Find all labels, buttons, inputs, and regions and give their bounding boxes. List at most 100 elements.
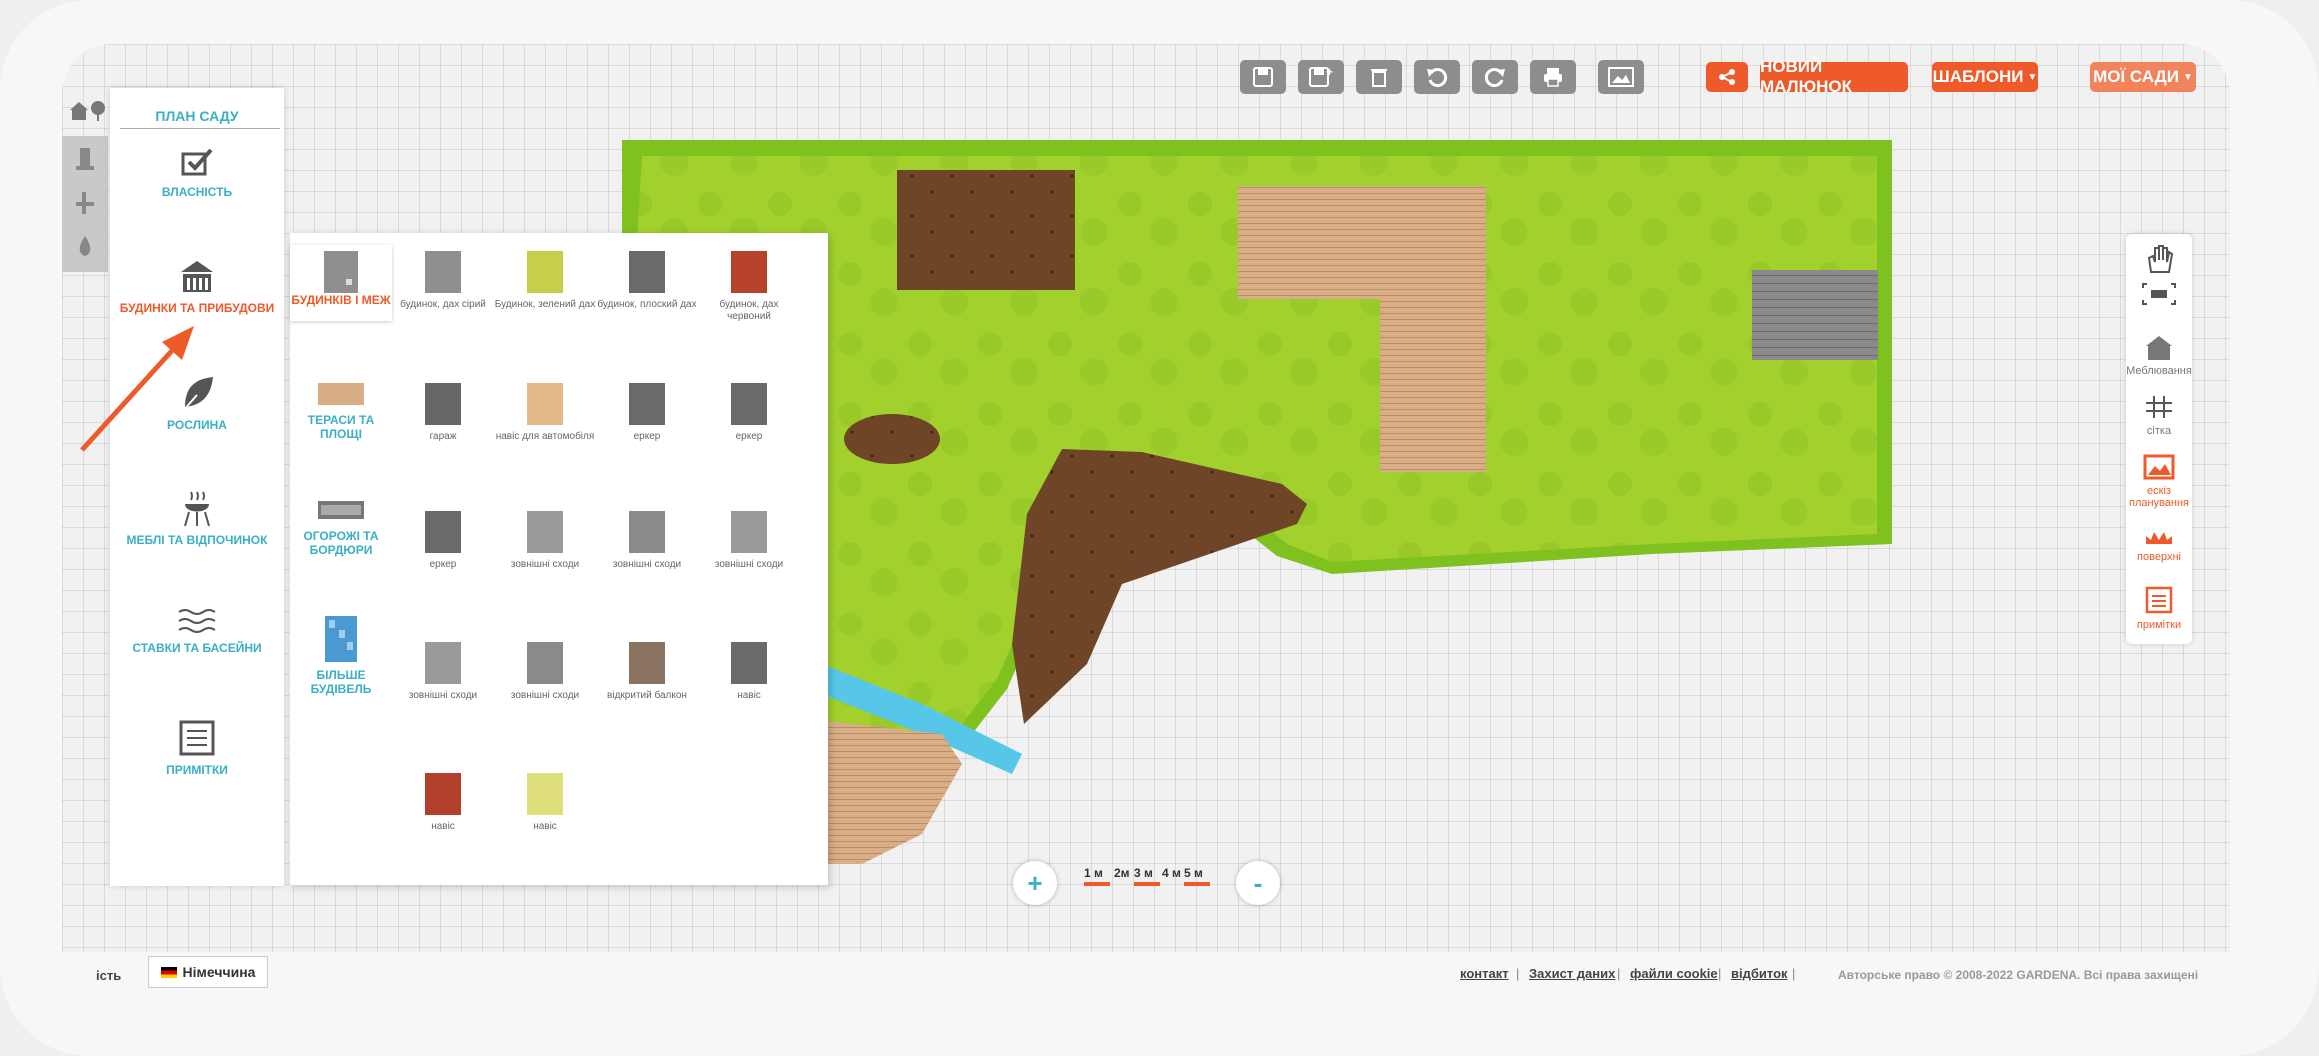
- grid-icon: [2146, 396, 2172, 418]
- item-tile[interactable]: зовнішні сходи: [698, 509, 800, 571]
- item-thumbnail: [425, 383, 461, 425]
- furnish-tool[interactable]: Меблювання: [2126, 334, 2192, 377]
- category-houses[interactable]: БУДИНКИ ТА ПРИБУДОВИ: [110, 258, 284, 315]
- item-thumbnail: [629, 511, 665, 553]
- fit-screen-icon: [2142, 283, 2176, 305]
- category-ponds[interactable]: СТАВКИ ТА БАСЕЙНИ: [110, 606, 284, 655]
- separator: |: [1718, 966, 1722, 981]
- item-label: будинок, дах червоний: [719, 299, 779, 322]
- item-thumbnail: [629, 383, 665, 425]
- divider: [120, 128, 280, 129]
- category-notes[interactable]: ПРИМІТКИ: [110, 718, 284, 777]
- item-tile[interactable]: будинок, дах сірий: [392, 249, 494, 311]
- image-button[interactable]: [1598, 60, 1644, 94]
- item-tile[interactable]: будинок, плоский дах: [596, 249, 698, 311]
- browser-frame: + НОВИЙ МАЛЮНОК ШАБЛОНИ ▼ МОЇ САДИ ▼ + -…: [0, 0, 2319, 1056]
- subcat-fences[interactable]: ОГОРОЖІ ТА БОРДЮРИ: [290, 501, 392, 557]
- item-label: навіс: [533, 821, 557, 832]
- undo-button[interactable]: [1414, 60, 1460, 94]
- print-button[interactable]: [1530, 60, 1576, 94]
- item-tile[interactable]: навіс для автомобіля: [494, 381, 596, 443]
- share-button[interactable]: [1706, 62, 1748, 92]
- item-tile[interactable]: навіс: [698, 640, 800, 702]
- item-tile[interactable]: еркер: [392, 509, 494, 571]
- furnish-icon: [2146, 336, 2172, 360]
- separator: |: [1617, 966, 1621, 981]
- delete-button[interactable]: [1356, 60, 1402, 94]
- item-label: навіс для автомобіля: [495, 431, 595, 442]
- soil-bed-small[interactable]: [844, 414, 940, 464]
- item-tile[interactable]: навіс: [392, 771, 494, 833]
- item-thumbnail: [425, 511, 461, 553]
- scale-4m: 4 м: [1162, 866, 1181, 880]
- footer-link-imprint[interactable]: відбиток: [1731, 966, 1788, 981]
- item-thumbnail: [425, 642, 461, 684]
- item-label: навіс: [737, 690, 761, 701]
- notes-icon: [2145, 586, 2173, 614]
- zoom-out-button[interactable]: -: [1236, 861, 1280, 905]
- save-button[interactable]: [1240, 60, 1286, 94]
- category-furniture[interactable]: МЕБЛІ ТА ВІДПОЧИНОК: [110, 488, 284, 547]
- footer-link-privacy[interactable]: Захист даних: [1529, 966, 1615, 981]
- zoom-in-button[interactable]: +: [1013, 861, 1057, 905]
- item-thumbnail: [527, 511, 563, 553]
- item-tile[interactable]: еркер: [596, 381, 698, 443]
- item-label: Будинок, зелений дах: [494, 299, 596, 310]
- subcat-houses[interactable]: БУДИНКІВ І МЕЖ: [290, 245, 392, 321]
- sketch-tool[interactable]: ескіз планування: [2126, 454, 2192, 509]
- item-tile[interactable]: зовнішні сходи: [596, 509, 698, 571]
- templates-button[interactable]: ШАБЛОНИ ▼: [1932, 62, 2038, 92]
- water-icon: [178, 609, 216, 633]
- my-gardens-button[interactable]: МОЇ САДИ ▼: [2090, 62, 2196, 92]
- item-thumbnail: [629, 642, 665, 684]
- scale-2m: 2м: [1114, 866, 1130, 880]
- subcat-more-buildings[interactable]: БІЛЬШЕ БУДІВЕЛЬ: [290, 616, 392, 696]
- scale-5m: 5 м: [1184, 866, 1210, 886]
- subcategory-list: БУДИНКІВ І МЕЖ ТЕРАСИ ТА ПЛОЩІ ОГОРОЖІ Т…: [290, 233, 392, 733]
- watering-icon[interactable]: [74, 144, 96, 174]
- country-selector[interactable]: Німеччина: [148, 956, 268, 988]
- item-tile[interactable]: відкритий балкон: [596, 640, 698, 702]
- category-property[interactable]: ВЛАСНІСТЬ: [110, 144, 284, 199]
- item-tile[interactable]: Будинок, зелений дах: [494, 249, 596, 311]
- item-tile[interactable]: зовнішні сходи: [494, 640, 596, 702]
- pan-tool[interactable]: [2126, 242, 2192, 283]
- soil-bed-large[interactable]: [1012, 449, 1307, 724]
- item-thumbnail: [629, 251, 665, 293]
- property-icon: [181, 148, 213, 176]
- item-label: будинок, плоский дах: [597, 299, 697, 310]
- item-tile[interactable]: зовнішні сходи: [494, 509, 596, 571]
- footer-link-contact[interactable]: контакт: [1460, 966, 1509, 981]
- house-tree-icon[interactable]: [68, 100, 108, 122]
- stone-steps[interactable]: [1752, 270, 1878, 360]
- footer-link-cookies[interactable]: файли cookie: [1630, 966, 1718, 981]
- hand-icon: [2147, 245, 2174, 273]
- fence-thumb: [318, 501, 364, 519]
- save-as-button[interactable]: +: [1298, 60, 1344, 94]
- item-label: зовнішні сходи: [612, 559, 682, 570]
- fit-screen-tool[interactable]: [2126, 282, 2192, 311]
- undo-icon: [1427, 68, 1448, 87]
- item-tile[interactable]: навіс: [494, 771, 596, 833]
- item-thumbnail: [527, 773, 563, 815]
- share-icon: [1719, 69, 1735, 85]
- image-icon: [1608, 67, 1634, 87]
- surfaces-tool[interactable]: поверхні: [2126, 530, 2192, 563]
- grid-tool[interactable]: сітка: [2126, 394, 2192, 437]
- copyright: Авторське право © 2008-2022 GARDENA. Всі…: [1838, 968, 2198, 982]
- item-tile[interactable]: зовнішні сходи: [392, 640, 494, 702]
- item-tile[interactable]: будинок, дах червоний: [698, 249, 800, 323]
- subcat-terraces[interactable]: ТЕРАСИ ТА ПЛОЩІ: [290, 383, 392, 441]
- notes-tool[interactable]: примітки: [2126, 586, 2192, 631]
- irrigation-icon[interactable]: [74, 188, 96, 218]
- drop-icon[interactable]: [74, 232, 96, 262]
- item-thumbnail: [527, 383, 563, 425]
- redo-button[interactable]: [1472, 60, 1518, 94]
- item-label: будинок, дах сірий: [400, 299, 486, 310]
- house-icon: [181, 261, 213, 292]
- item-tile[interactable]: еркер: [698, 381, 800, 443]
- soil-bed-top[interactable]: [897, 170, 1075, 290]
- annotation-arrow: [80, 326, 194, 452]
- new-drawing-button[interactable]: НОВИЙ МАЛЮНОК: [1760, 57, 1908, 96]
- item-tile[interactable]: гараж: [392, 381, 494, 443]
